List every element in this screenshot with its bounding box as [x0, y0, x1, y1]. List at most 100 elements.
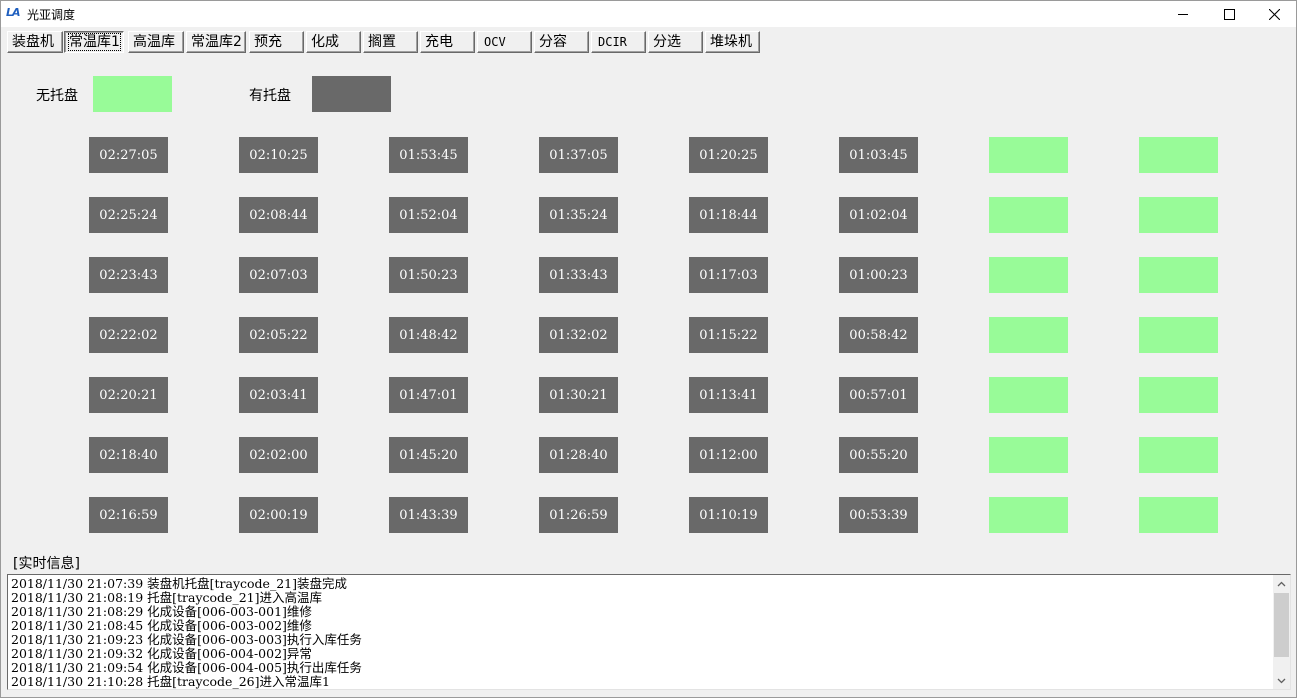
tray-slot-occupied[interactable]: 01:48:42 — [389, 317, 468, 353]
tray-slot-occupied[interactable]: 01:00:23 — [839, 257, 918, 293]
tray-slot-occupied[interactable]: 01:03:45 — [839, 137, 918, 173]
tray-slot-occupied[interactable]: 01:37:05 — [539, 137, 618, 173]
tab-stacker[interactable]: 堆垛机 — [705, 31, 760, 53]
tray-slot-occupied[interactable]: 02:08:44 — [239, 197, 318, 233]
legend-occupied-swatch — [312, 76, 391, 112]
tray-slot-occupied[interactable]: 01:28:40 — [539, 437, 618, 473]
tray-slot-occupied[interactable]: 01:20:25 — [689, 137, 768, 173]
tray-slot-empty[interactable] — [1139, 257, 1218, 293]
tray-slot-occupied[interactable]: 00:53:39 — [839, 497, 918, 533]
tray-slot-occupied[interactable]: 01:35:24 — [539, 197, 618, 233]
tray-slot-occupied[interactable]: 01:13:41 — [689, 377, 768, 413]
tab-dcir[interactable]: DCIR — [591, 31, 646, 53]
log-line: 2018/11/30 21:10:28 托盘[traycode_26]进入常温库… — [11, 674, 330, 689]
log-line: 2018/11/30 21:08:45 化成设备[006-003-002]维修 — [11, 618, 312, 633]
tray-slot-empty[interactable] — [989, 137, 1068, 173]
tray-slot-occupied[interactable]: 00:55:20 — [839, 437, 918, 473]
log-line: 2018/11/30 21:08:29 化成设备[006-003-001]维修 — [11, 604, 312, 619]
tray-slot-occupied[interactable]: 00:58:42 — [839, 317, 918, 353]
close-button[interactable] — [1251, 1, 1297, 27]
close-icon — [1268, 8, 1280, 20]
tray-slot-empty[interactable] — [989, 377, 1068, 413]
tray-slot-occupied[interactable]: 02:02:00 — [239, 437, 318, 473]
legend-empty-swatch — [93, 76, 172, 112]
title-bar[interactable]: LA 光亚调度 — [1, 1, 1296, 27]
tray-slot-empty[interactable] — [989, 497, 1068, 533]
tray-slot-occupied[interactable]: 02:27:05 — [89, 137, 168, 173]
scroll-up-arrow[interactable] — [1273, 575, 1290, 592]
window-title: 光亚调度 — [27, 8, 76, 22]
tray-slot-empty[interactable] — [1139, 197, 1218, 233]
minimize-button[interactable] — [1160, 1, 1206, 27]
log-line: 2018/11/30 21:09:54 化成设备[006-004-005]执行出… — [11, 660, 362, 675]
tray-slot-occupied[interactable]: 01:18:44 — [689, 197, 768, 233]
tab-aging[interactable]: 搁置 — [363, 31, 418, 53]
tray-slot-empty[interactable] — [989, 257, 1068, 293]
tray-slot-empty[interactable] — [1139, 377, 1218, 413]
tab-high-temp[interactable]: 高温库 — [128, 31, 184, 53]
tray-slot-empty[interactable] — [989, 437, 1068, 473]
tray-slot-occupied[interactable]: 02:22:02 — [89, 317, 168, 353]
tray-slot-occupied[interactable]: 01:50:23 — [389, 257, 468, 293]
maximize-icon — [1223, 8, 1235, 20]
log-lines: 2018/11/30 21:07:39 装盘机托盘[traycode_21]装盘… — [11, 577, 362, 689]
realtime-info-caption: [实时信息] — [13, 556, 80, 572]
log-line: 2018/11/30 21:08:19 托盘[traycode_21]进入高温库 — [11, 590, 322, 605]
tray-slot-occupied[interactable]: 01:17:03 — [689, 257, 768, 293]
tray-slot-occupied[interactable]: 01:02:04 — [839, 197, 918, 233]
tab-ocv[interactable]: OCV — [477, 31, 532, 53]
tab-normal-temp-1[interactable]: 常温库1 — [64, 31, 124, 53]
log-line: 2018/11/30 21:07:39 装盘机托盘[traycode_21]装盘… — [11, 576, 347, 591]
tray-slot-occupied[interactable]: 00:57:01 — [839, 377, 918, 413]
tray-slot-occupied[interactable]: 01:33:43 — [539, 257, 618, 293]
tray-slot-occupied[interactable]: 01:45:20 — [389, 437, 468, 473]
tray-slot-occupied[interactable]: 02:03:41 — [239, 377, 318, 413]
minimize-icon — [1177, 13, 1188, 15]
scroll-thumb[interactable] — [1274, 593, 1289, 657]
tray-slot-empty[interactable] — [1139, 437, 1218, 473]
tray-slot-occupied[interactable]: 02:23:43 — [89, 257, 168, 293]
tray-slot-occupied[interactable]: 01:53:45 — [389, 137, 468, 173]
log-scrollbar[interactable] — [1273, 575, 1290, 689]
app-logo-icon: LA — [6, 6, 20, 19]
tab-capacity[interactable]: 分容 — [534, 31, 589, 53]
chevron-up-icon — [1277, 581, 1286, 586]
tray-slot-occupied[interactable]: 01:52:04 — [389, 197, 468, 233]
tab-normal-temp-2[interactable]: 常温库2 — [186, 31, 246, 53]
tray-slot-occupied[interactable]: 01:15:22 — [689, 317, 768, 353]
realtime-log[interactable]: 2018/11/30 21:07:39 装盘机托盘[traycode_21]装盘… — [7, 574, 1291, 690]
tray-slot-occupied[interactable]: 02:20:21 — [89, 377, 168, 413]
chevron-down-icon — [1277, 678, 1286, 683]
scroll-down-arrow[interactable] — [1273, 672, 1290, 689]
tray-slot-occupied[interactable]: 01:26:59 — [539, 497, 618, 533]
tray-slot-empty[interactable] — [1139, 137, 1218, 173]
legend-empty-label: 无托盘 — [36, 88, 78, 104]
legend-occupied-label: 有托盘 — [249, 88, 291, 104]
tray-slot-occupied[interactable]: 01:47:01 — [389, 377, 468, 413]
tray-slot-empty[interactable] — [989, 197, 1068, 233]
tray-slot-occupied[interactable]: 02:16:59 — [89, 497, 168, 533]
tray-slot-empty[interactable] — [1139, 317, 1218, 353]
tab-sorting[interactable]: 分选 — [648, 31, 703, 53]
tray-slot-occupied[interactable]: 01:30:21 — [539, 377, 618, 413]
tray-slot-occupied[interactable]: 02:25:24 — [89, 197, 168, 233]
tray-slot-occupied[interactable]: 01:10:19 — [689, 497, 768, 533]
tray-slot-empty[interactable] — [989, 317, 1068, 353]
tab-charge[interactable]: 充电 — [420, 31, 475, 53]
tray-slot-occupied[interactable]: 02:07:03 — [239, 257, 318, 293]
tab-formation[interactable]: 化成 — [306, 31, 361, 53]
tray-slot-occupied[interactable]: 02:18:40 — [89, 437, 168, 473]
tray-slot-occupied[interactable]: 01:43:39 — [389, 497, 468, 533]
tab-loader[interactable]: 装盘机 — [7, 31, 63, 53]
app-window: LA 光亚调度 装盘机 常温库1 高温库 常温库2 预充 化成 搁置 充电 OC… — [0, 0, 1297, 698]
tab-precharge[interactable]: 预充 — [249, 31, 304, 53]
tray-slot-occupied[interactable]: 01:32:02 — [539, 317, 618, 353]
tray-slot-empty[interactable] — [1139, 497, 1218, 533]
log-line: 2018/11/30 21:09:32 化成设备[006-004-002]异常 — [11, 646, 312, 661]
tray-slot-occupied[interactable]: 02:05:22 — [239, 317, 318, 353]
tray-slot-occupied[interactable]: 01:12:00 — [689, 437, 768, 473]
log-line: 2018/11/30 21:09:23 化成设备[006-003-003]执行入… — [11, 632, 362, 647]
maximize-button[interactable] — [1206, 1, 1252, 27]
tray-slot-occupied[interactable]: 02:00:19 — [239, 497, 318, 533]
tray-slot-occupied[interactable]: 02:10:25 — [239, 137, 318, 173]
